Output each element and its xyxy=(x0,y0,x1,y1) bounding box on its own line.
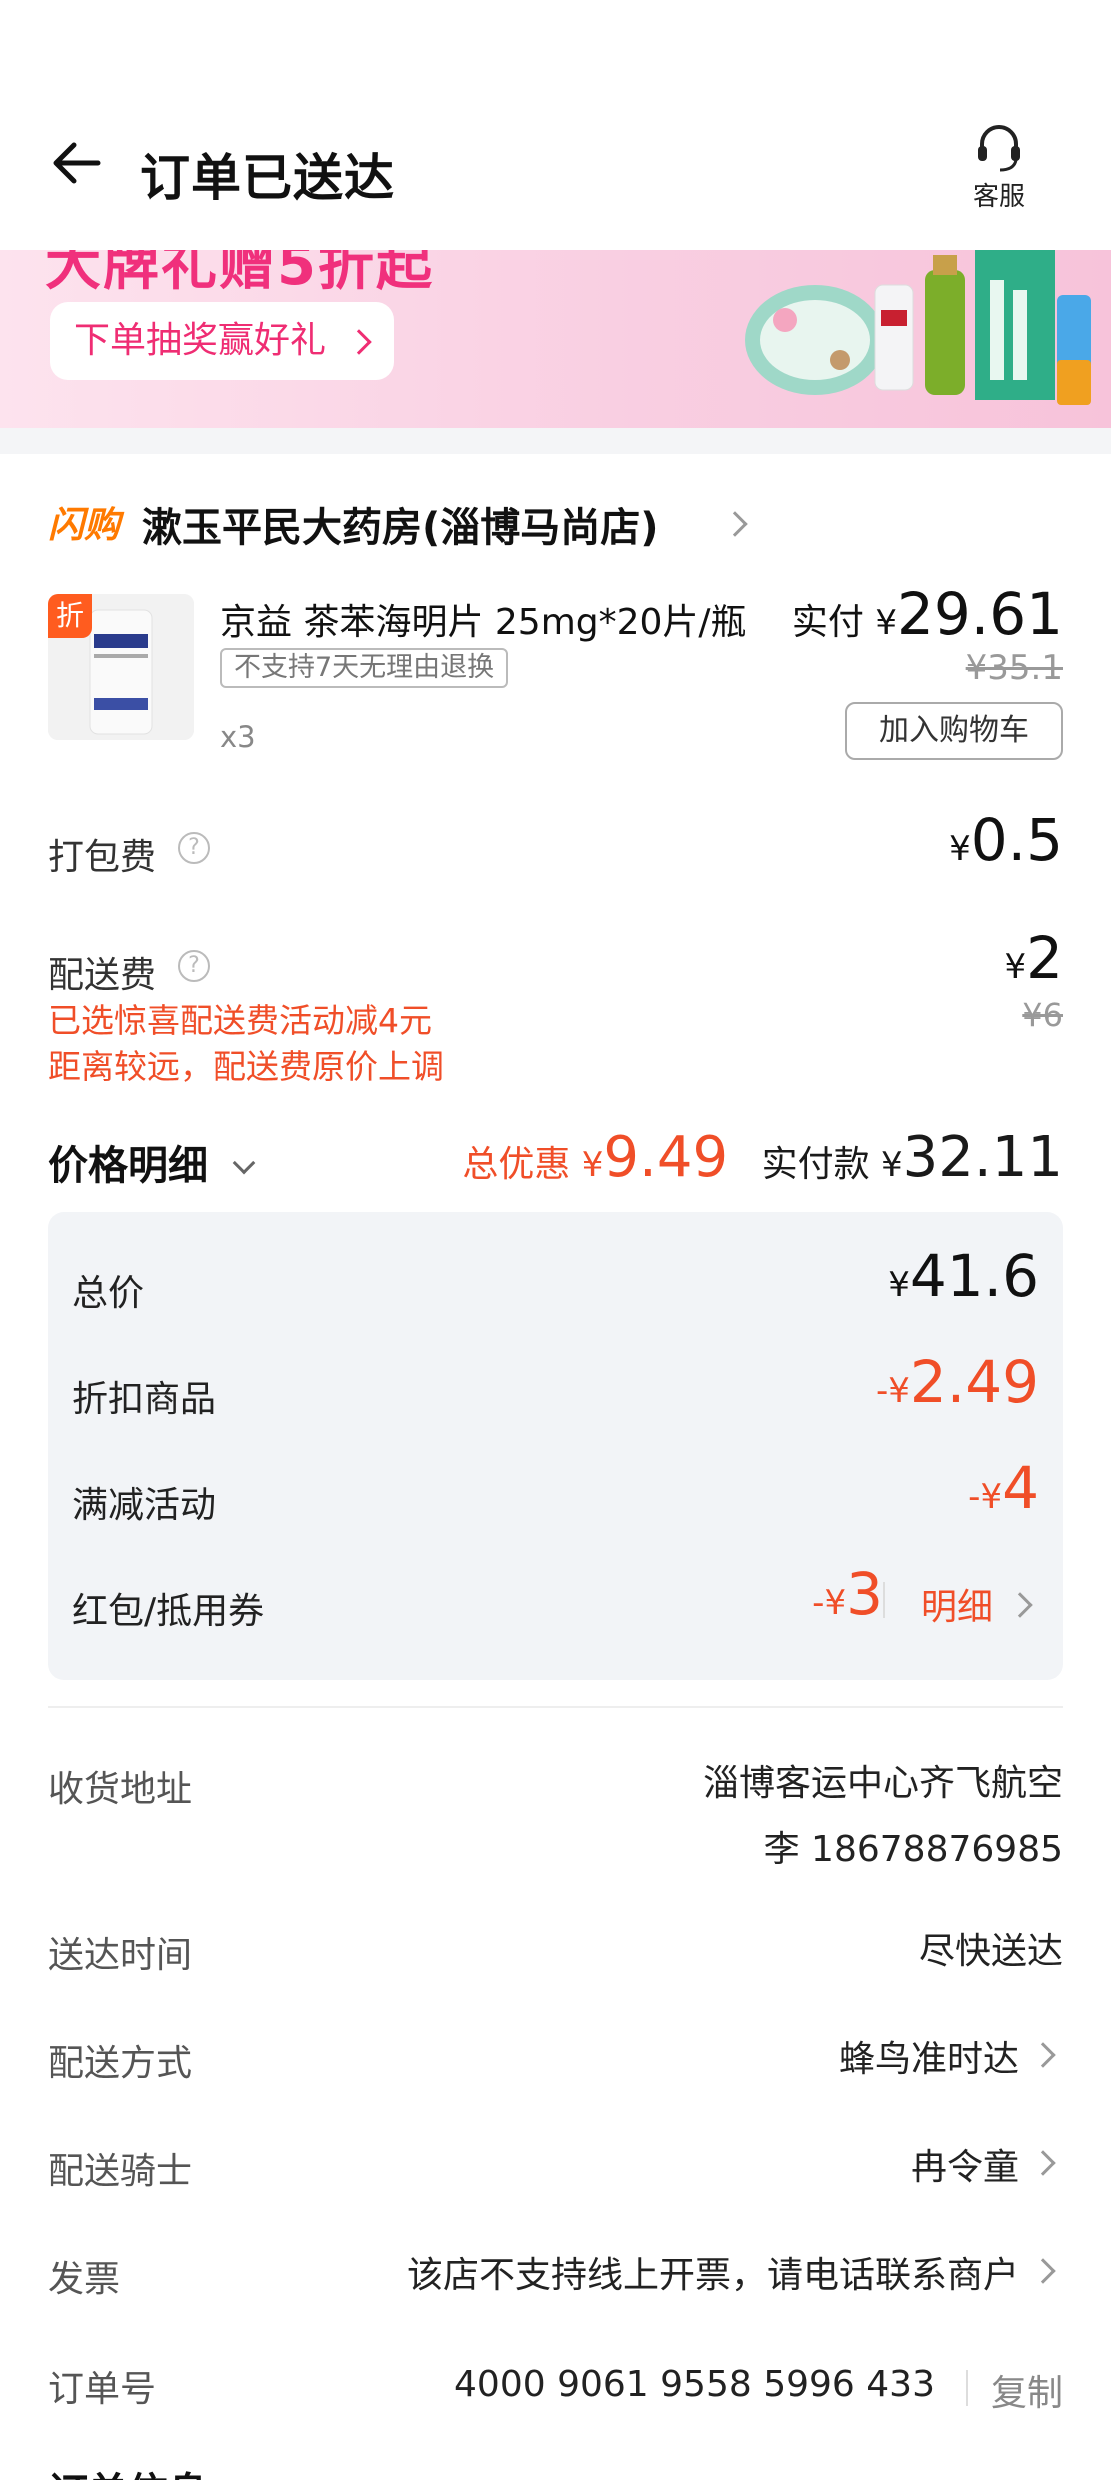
top-bar: 订单已送达 客服 xyxy=(0,0,1111,250)
currency-symbol: ¥ xyxy=(888,1371,910,1411)
coupon-value: -¥3 xyxy=(812,1560,883,1628)
return-policy-tag: 不支持7天无理由退换 xyxy=(220,648,509,688)
copy-order-button[interactable]: 复制 xyxy=(991,2364,1063,2416)
currency-symbol: ¥ xyxy=(980,1477,1003,1517)
banner-button-label: 下单抽奖赢好礼 xyxy=(74,320,327,361)
product-paid-price: 实付 ¥29.61 xyxy=(792,580,1063,648)
chevron-down-icon xyxy=(232,1151,256,1175)
full-reduction-amount: 4 xyxy=(1002,1454,1039,1522)
discount-goods-amount: 2.49 xyxy=(909,1348,1039,1416)
full-reduction-value: -¥4 xyxy=(968,1454,1039,1522)
currency-symbol: ¥ xyxy=(875,603,897,643)
chevron-right-icon xyxy=(1030,2258,1056,2284)
delivery-method-value[interactable]: 蜂鸟准时达 xyxy=(839,2030,1019,2082)
minus-sign: - xyxy=(812,1583,825,1623)
delivery-original-price: ¥6 xyxy=(1022,996,1063,1034)
paid-total-label: 实付款 xyxy=(761,1144,870,1185)
chevron-right-icon xyxy=(346,329,372,355)
promo-banner[interactable]: 大牌礼赠5折起 下单抽奖赢好礼 xyxy=(0,250,1111,428)
chevron-right-icon xyxy=(1007,1592,1033,1618)
total-price-amount: 41.6 xyxy=(909,1242,1039,1310)
coupon-detail-link[interactable]: 明细 xyxy=(921,1578,993,1630)
order-info-heading: 订单信息 xyxy=(48,2460,208,2480)
add-to-cart-button[interactable]: 加入购物车 xyxy=(845,702,1063,760)
paid-total-value: 32.11 xyxy=(902,1125,1063,1190)
help-icon[interactable]: ? xyxy=(178,832,210,864)
currency-symbol: ¥ xyxy=(824,1583,847,1623)
delivery-time-label: 送达时间 xyxy=(48,1935,193,1976)
store-name[interactable]: 漱玉平民大药房(淄博马尚店) xyxy=(142,495,659,553)
customer-service-label: 客服 xyxy=(972,182,1025,212)
packing-fee-amount: 0.5 xyxy=(970,806,1063,874)
cosmetics-product-image xyxy=(745,250,1091,405)
headset-icon xyxy=(978,125,1020,172)
total-discount-label: 总优惠 xyxy=(462,1144,571,1185)
rider-value[interactable]: 冉令童 xyxy=(911,2138,1019,2190)
currency-symbol: ¥ xyxy=(1004,947,1027,987)
full-reduction-label: 满减活动 xyxy=(72,1485,217,1526)
product-quantity: x3 xyxy=(220,720,256,754)
back-arrow-icon[interactable] xyxy=(48,135,104,191)
packing-fee-label: 打包费 xyxy=(48,837,157,878)
currency-symbol: ¥ xyxy=(949,829,971,869)
rider-label: 配送骑士 xyxy=(48,2151,193,2192)
delivery-method-label: 配送方式 xyxy=(48,2043,193,2084)
flash-buy-tag: 闪购 xyxy=(48,505,121,546)
delivery-time-value: 尽快送达 xyxy=(918,1931,1063,1972)
chevron-right-icon xyxy=(1030,2042,1056,2068)
paid-prefix: 实付 xyxy=(791,602,864,643)
price-detail-title[interactable]: 价格明细 xyxy=(48,1133,256,1191)
minus-sign: - xyxy=(875,1371,889,1411)
currency-symbol: ¥ xyxy=(581,1145,604,1185)
original-price: ¥35.1 xyxy=(965,648,1063,688)
discount-badge: 折 xyxy=(48,594,92,638)
invoice-value[interactable]: 该店不支持线上开票，请电话联系商户 xyxy=(407,2246,1019,2298)
invoice-label: 发票 xyxy=(48,2259,121,2300)
divider xyxy=(883,1582,885,1618)
product-name[interactable]: 京益 茶苯海明片 25mg*20片/瓶 xyxy=(220,593,747,645)
delivery-fee-value: ¥2 xyxy=(1004,924,1063,992)
total-price-label: 总价 xyxy=(72,1273,145,1314)
coupon-amount: 3 xyxy=(846,1560,883,1628)
currency-symbol: ¥ xyxy=(881,1145,903,1185)
coupon-label: 红包/抵用券 xyxy=(72,1591,265,1632)
delivery-promo-note: 已选惊喜配送费活动减4元 xyxy=(48,1001,432,1040)
delivery-fee-amount: 2 xyxy=(1026,924,1063,992)
address-line2: 李 18678876985 xyxy=(763,1829,1063,1870)
address-label: 收货地址 xyxy=(48,1769,193,1810)
banner-headline: 大牌礼赠5折起 xyxy=(45,250,434,298)
delivery-distance-note: 距离较远，配送费原价上调 xyxy=(48,1047,444,1086)
order-number-value: 4000 9061 9558 5996 433 xyxy=(454,2364,935,2405)
total-price-value: ¥41.6 xyxy=(888,1242,1039,1310)
chevron-right-icon xyxy=(722,511,748,537)
divider xyxy=(966,2370,968,2406)
price-summary: 总优惠 ¥9.49 实付款 ¥32.11 xyxy=(462,1125,1063,1190)
total-discount-value: 9.49 xyxy=(603,1125,729,1190)
address-line1: 淄博客运中心齐飞航空 xyxy=(702,1763,1063,1804)
discount-goods-value: -¥2.49 xyxy=(876,1348,1039,1416)
delivery-fee-label: 配送费 xyxy=(48,955,157,996)
customer-service-button[interactable]: 客服 xyxy=(944,110,1054,220)
section-divider xyxy=(48,1706,1063,1708)
banner-lottery-button[interactable]: 下单抽奖赢好礼 xyxy=(50,302,394,380)
price-detail-panel: 总价 ¥41.6 折扣商品 -¥2.49 满减活动 -¥4 红包/抵用券 -¥3… xyxy=(48,1212,1063,1680)
order-number-label: 订单号 xyxy=(48,2369,157,2410)
minus-sign: - xyxy=(968,1477,981,1517)
packing-fee-value: ¥0.5 xyxy=(949,806,1063,874)
chevron-right-icon xyxy=(1030,2150,1056,2176)
discount-goods-label: 折扣商品 xyxy=(72,1379,217,1420)
help-icon[interactable]: ? xyxy=(178,950,210,982)
section-divider xyxy=(0,428,1111,454)
paid-amount: 29.61 xyxy=(896,580,1063,648)
price-detail-label: 价格明细 xyxy=(48,1143,208,1189)
page-title: 订单已送达 xyxy=(140,149,395,207)
currency-symbol: ¥ xyxy=(888,1265,910,1305)
